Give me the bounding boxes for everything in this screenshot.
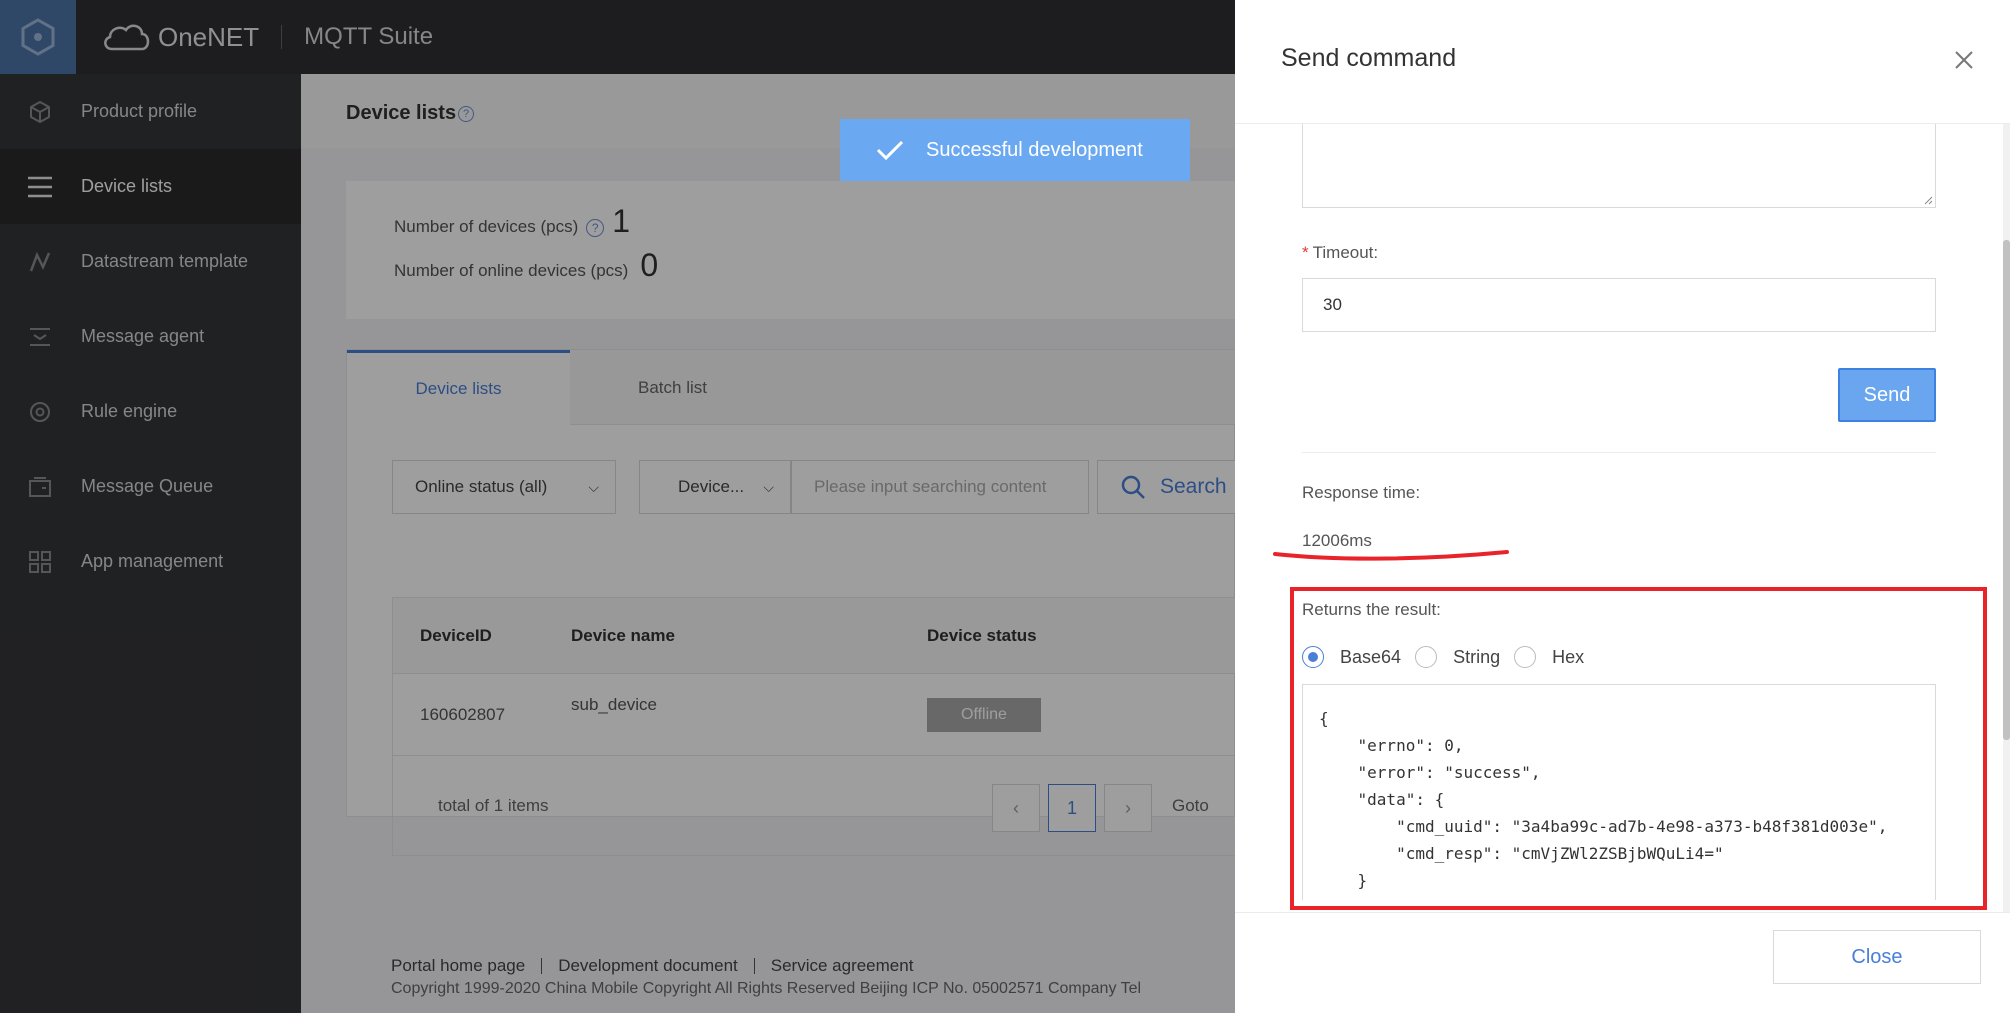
drawer-header: Send command [1235, 0, 2010, 124]
radio-string[interactable] [1415, 646, 1438, 668]
result-line: "cmd_resp": "cmVjZWl2ZSBjbWQuLi4=" [1319, 844, 1724, 863]
radio-base64-label[interactable]: Base64 [1340, 647, 1401, 668]
required-mark: * [1302, 243, 1309, 262]
result-output[interactable]: { "errno": 0, "error": "success", "data"… [1302, 684, 1936, 900]
drawer-scrollbar-thumb[interactable] [2003, 240, 2010, 740]
close-icon[interactable] [1950, 46, 1978, 74]
radio-hex[interactable] [1514, 646, 1537, 668]
command-textarea[interactable] [1302, 124, 1936, 208]
result-line: } [1319, 871, 1368, 890]
radio-base64[interactable] [1302, 646, 1324, 668]
radio-string-label[interactable]: String [1453, 647, 1500, 668]
send-command-drawer: Send command * Timeout: 30 Send Response … [1235, 0, 2010, 1013]
timeout-label-text: Timeout: [1312, 243, 1379, 262]
toast-text: Successful development [926, 138, 1143, 161]
timeout-input[interactable]: 30 [1302, 278, 1936, 332]
result-format-radios: Base64 String Hex [1302, 646, 1598, 668]
check-icon [876, 140, 904, 161]
result-line: "errno": 0, [1319, 736, 1464, 755]
timeout-label: * Timeout: [1302, 243, 1378, 263]
drawer-footer: Close [1235, 912, 2010, 1013]
close-button[interactable]: Close [1773, 930, 1981, 984]
response-time-label: Response time: [1302, 483, 1421, 502]
result-line: "error": "success", [1319, 763, 1541, 782]
result-line: { [1319, 709, 1329, 728]
result-line: "cmd_uuid": "3a4ba99c-ad7b-4e98-a373-b48… [1319, 817, 1888, 836]
red-underline-annotation [1273, 550, 1509, 561]
drawer-title: Send command [1281, 44, 1457, 72]
radio-hex-label[interactable]: Hex [1552, 647, 1584, 668]
result-line: "data": { [1319, 790, 1445, 809]
result-label: Returns the result: [1302, 600, 1441, 619]
send-button[interactable]: Send [1838, 368, 1936, 422]
divider [1302, 452, 1936, 453]
resize-handle-icon[interactable] [1923, 195, 1933, 205]
success-toast: Successful development [840, 119, 1190, 181]
